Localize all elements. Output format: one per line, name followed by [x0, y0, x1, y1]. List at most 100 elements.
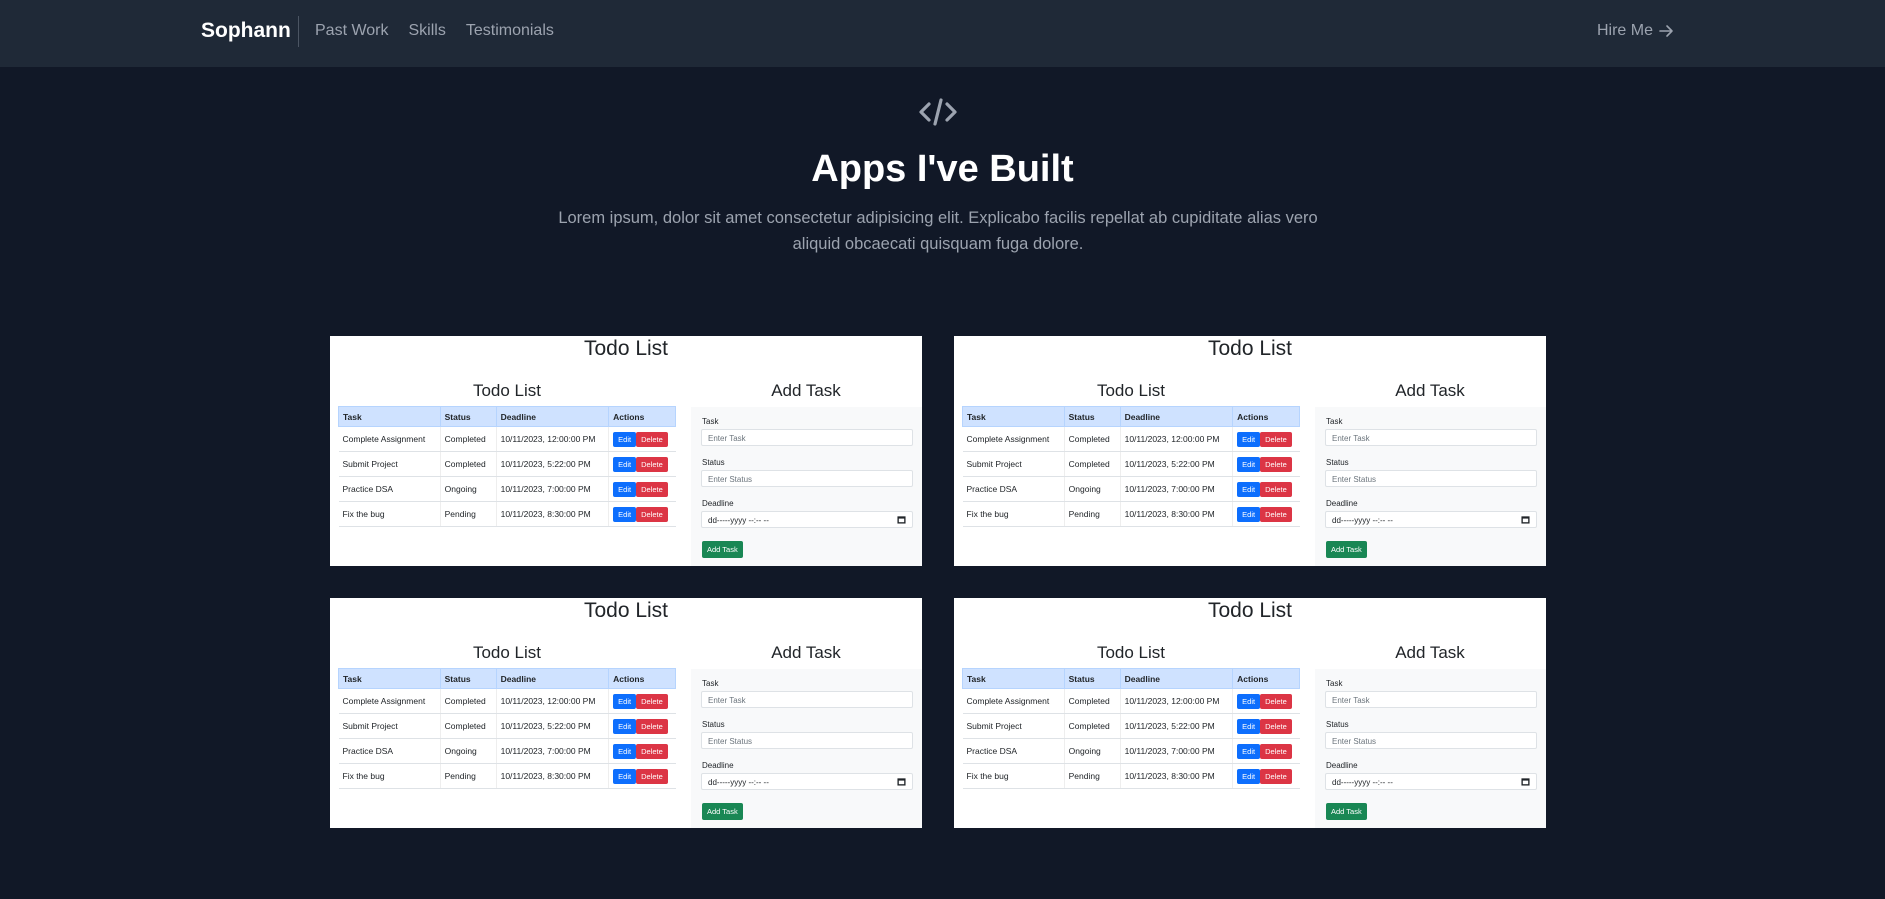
table-row: Fix the bug Pending 10/11/2023, 8:30:00 …: [338, 501, 676, 527]
actions-cell: Edit Delete: [608, 763, 676, 789]
col-header-task: Task: [962, 668, 1065, 689]
edit-button[interactable]: Edit: [1237, 506, 1261, 522]
delete-button[interactable]: Delete: [1260, 768, 1292, 784]
nav-link-testimonials[interactable]: Testimonials: [466, 22, 554, 40]
edit-button[interactable]: Edit: [613, 456, 637, 472]
task-label: Task: [1326, 679, 1343, 688]
calendar-icon[interactable]: [897, 515, 906, 524]
deadline-input[interactable]: dd-----yyyy --:-- --: [1325, 511, 1537, 528]
edit-button[interactable]: Edit: [1237, 693, 1261, 709]
task-input[interactable]: Enter Task: [701, 429, 913, 446]
deadline-input[interactable]: dd-----yyyy --:-- --: [1325, 773, 1537, 790]
card-title: Todo List: [583, 599, 669, 622]
delete-button[interactable]: Delete: [1260, 456, 1292, 472]
deadline-input[interactable]: dd-----yyyy --:-- --: [701, 511, 913, 528]
nav-link-skills[interactable]: Skills: [409, 22, 446, 40]
table-header-row: Task Status Deadline Actions: [962, 406, 1300, 427]
add-task-form: Task Enter Task Status Enter Status Dead…: [1315, 407, 1546, 566]
calendar-icon[interactable]: [1521, 515, 1530, 524]
delete-button[interactable]: Delete: [636, 768, 668, 784]
calendar-icon[interactable]: [1521, 777, 1530, 786]
status-label: Status: [702, 458, 725, 467]
add-task-form: Task Enter Task Status Enter Status Dead…: [691, 407, 922, 566]
edit-button[interactable]: Edit: [613, 718, 637, 734]
delete-button[interactable]: Delete: [636, 456, 668, 472]
task-cell: Fix the bug: [338, 763, 441, 789]
edit-button[interactable]: Edit: [1237, 431, 1261, 447]
deadline-cell: 10/11/2023, 8:30:00 PM: [495, 763, 609, 789]
delete-button[interactable]: Delete: [636, 743, 668, 759]
task-input[interactable]: Enter Task: [1325, 691, 1537, 708]
status-cell: Ongoing: [1063, 738, 1121, 764]
deadline-input[interactable]: dd-----yyyy --:-- --: [701, 773, 913, 790]
delete-button[interactable]: Delete: [1260, 718, 1292, 734]
status-input[interactable]: Enter Status: [701, 470, 913, 487]
delete-button[interactable]: Delete: [1260, 481, 1292, 497]
todo-list-heading: Todo List: [472, 643, 542, 662]
table-row: Practice DSA Ongoing 10/11/2023, 7:00:00…: [338, 476, 676, 502]
status-cell: Pending: [439, 501, 497, 527]
delete-button[interactable]: Delete: [1260, 743, 1292, 759]
deadline-cell: 10/11/2023, 8:30:00 PM: [495, 501, 609, 527]
delete-button[interactable]: Delete: [636, 506, 668, 522]
status-input[interactable]: Enter Status: [1325, 470, 1537, 487]
edit-button[interactable]: Edit: [613, 431, 637, 447]
add-task-button[interactable]: Add Task: [702, 541, 743, 558]
nav-link-past-work[interactable]: Past Work: [315, 22, 389, 40]
section-description: Lorem ipsum, dolor sit amet consectetur …: [558, 209, 1318, 253]
hire-me-link[interactable]: Hire Me: [1597, 22, 1674, 40]
add-task-button[interactable]: Add Task: [1326, 803, 1367, 820]
delete-button[interactable]: Delete: [636, 718, 668, 734]
delete-button[interactable]: Delete: [1260, 431, 1292, 447]
edit-button[interactable]: Edit: [1237, 743, 1261, 759]
col-header-actions: Actions: [608, 668, 676, 689]
deadline-cell: 10/11/2023, 7:00:00 PM: [495, 476, 609, 502]
task-cell: Practice DSA: [962, 476, 1065, 502]
edit-button[interactable]: Edit: [613, 481, 637, 497]
col-header-task: Task: [338, 668, 441, 689]
delete-button[interactable]: Delete: [636, 693, 668, 709]
todo-list-heading: Todo List: [1096, 381, 1166, 400]
table-header-row: Task Status Deadline Actions: [338, 668, 676, 689]
project-card[interactable]: Todo List Todo List Add Task Task Status…: [330, 336, 922, 566]
delete-button[interactable]: Delete: [636, 431, 668, 447]
status-input[interactable]: Enter Status: [701, 732, 913, 749]
add-task-button[interactable]: Add Task: [1326, 541, 1367, 558]
project-card[interactable]: Todo List Todo List Add Task Task Status…: [954, 598, 1546, 828]
actions-cell: Edit Delete: [1232, 738, 1300, 764]
task-input[interactable]: Enter Task: [1325, 429, 1537, 446]
edit-button[interactable]: Edit: [1237, 481, 1261, 497]
deadline-cell: 10/11/2023, 12:00:00 PM: [495, 426, 609, 452]
edit-button[interactable]: Edit: [613, 506, 637, 522]
table-row: Complete Assignment Completed 10/11/2023…: [962, 688, 1300, 714]
edit-button[interactable]: Edit: [1237, 456, 1261, 472]
project-card[interactable]: Todo List Todo List Add Task Task Status…: [330, 598, 922, 828]
edit-button[interactable]: Edit: [1237, 768, 1261, 784]
status-cell: Pending: [1063, 501, 1121, 527]
delete-button[interactable]: Delete: [1260, 506, 1292, 522]
status-cell: Pending: [439, 763, 497, 789]
edit-button[interactable]: Edit: [1237, 718, 1261, 734]
delete-button[interactable]: Delete: [636, 481, 668, 497]
status-cell: Completed: [439, 426, 497, 452]
status-input[interactable]: Enter Status: [1325, 732, 1537, 749]
deadline-label: Deadline: [702, 499, 734, 508]
status-label: Status: [1326, 720, 1349, 729]
delete-button[interactable]: Delete: [1260, 693, 1292, 709]
edit-button[interactable]: Edit: [613, 768, 637, 784]
add-task-button[interactable]: Add Task: [702, 803, 743, 820]
edit-button[interactable]: Edit: [613, 743, 637, 759]
edit-button[interactable]: Edit: [613, 693, 637, 709]
brand-logo[interactable]: Sophann: [201, 19, 291, 43]
task-input[interactable]: Enter Task: [701, 691, 913, 708]
task-cell: Complete Assignment: [338, 688, 441, 714]
actions-cell: Edit Delete: [1232, 451, 1300, 477]
col-header-status: Status: [1063, 668, 1121, 689]
deadline-cell: 10/11/2023, 5:22:00 PM: [495, 713, 609, 739]
project-card[interactable]: Todo List Todo List Add Task Task Status…: [954, 336, 1546, 566]
calendar-icon[interactable]: [897, 777, 906, 786]
add-task-heading: Add Task: [771, 381, 841, 400]
status-cell: Completed: [439, 713, 497, 739]
task-cell: Practice DSA: [962, 738, 1065, 764]
actions-cell: Edit Delete: [608, 713, 676, 739]
